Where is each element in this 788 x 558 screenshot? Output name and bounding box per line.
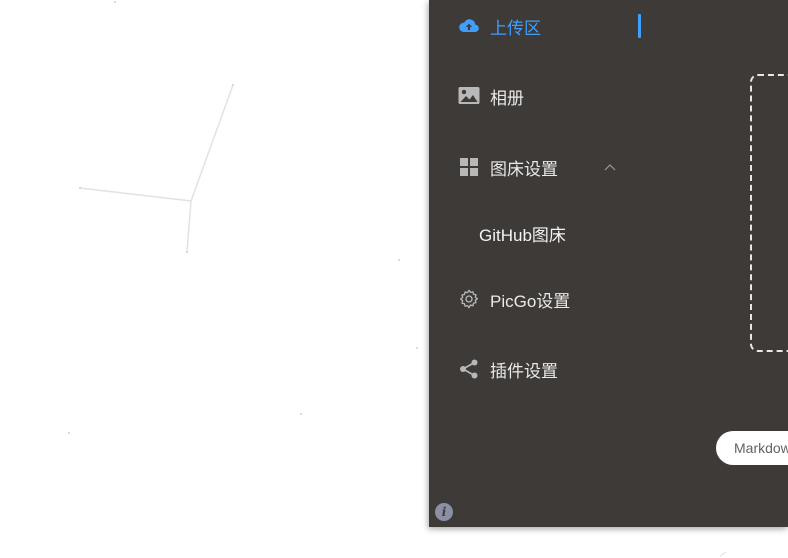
active-indicator <box>638 14 641 38</box>
chevron-up-icon[interactable] <box>603 160 617 174</box>
info-icon[interactable]: i <box>435 503 453 521</box>
menu-item-gallery-label: 相册 <box>490 88 524 108</box>
upload-drop-zone[interactable] <box>750 74 788 352</box>
menu-item-upload-label: 上传区 <box>490 18 541 38</box>
menu-item-gallery[interactable]: 相册 <box>429 76 659 116</box>
menu-item-upload[interactable]: 上传区 <box>429 6 659 46</box>
menu-item-picbed-settings[interactable]: 图床设置 <box>429 147 659 187</box>
link-format-markdown-button[interactable]: Markdown <box>716 431 788 465</box>
share-icon <box>458 358 480 380</box>
menu-item-picbed-settings-label: 图床设置 <box>490 159 558 179</box>
info-icon-label: i <box>441 505 447 519</box>
grid-icon <box>458 156 480 178</box>
menu-item-plugin-settings-label: 插件设置 <box>490 361 558 381</box>
menu-item-picgo-settings-label: PicGo设置 <box>490 291 571 311</box>
cloud-upload-icon <box>458 15 480 37</box>
link-format-markdown-label: Markdown <box>734 440 788 456</box>
menu-item-picgo-settings[interactable]: PicGo设置 <box>429 279 659 319</box>
submenu-item-github[interactable]: GitHub图床 <box>429 213 659 253</box>
submenu-item-github-label: GitHub图床 <box>479 225 566 245</box>
menu-item-plugin-settings[interactable]: 插件设置 <box>429 349 659 389</box>
image-icon <box>458 85 480 107</box>
picgo-window: 上传区 相册 图床设置 GitHub图床 PicGo设置 插件设置 Markdo… <box>429 0 788 527</box>
gear-icon <box>458 288 480 310</box>
